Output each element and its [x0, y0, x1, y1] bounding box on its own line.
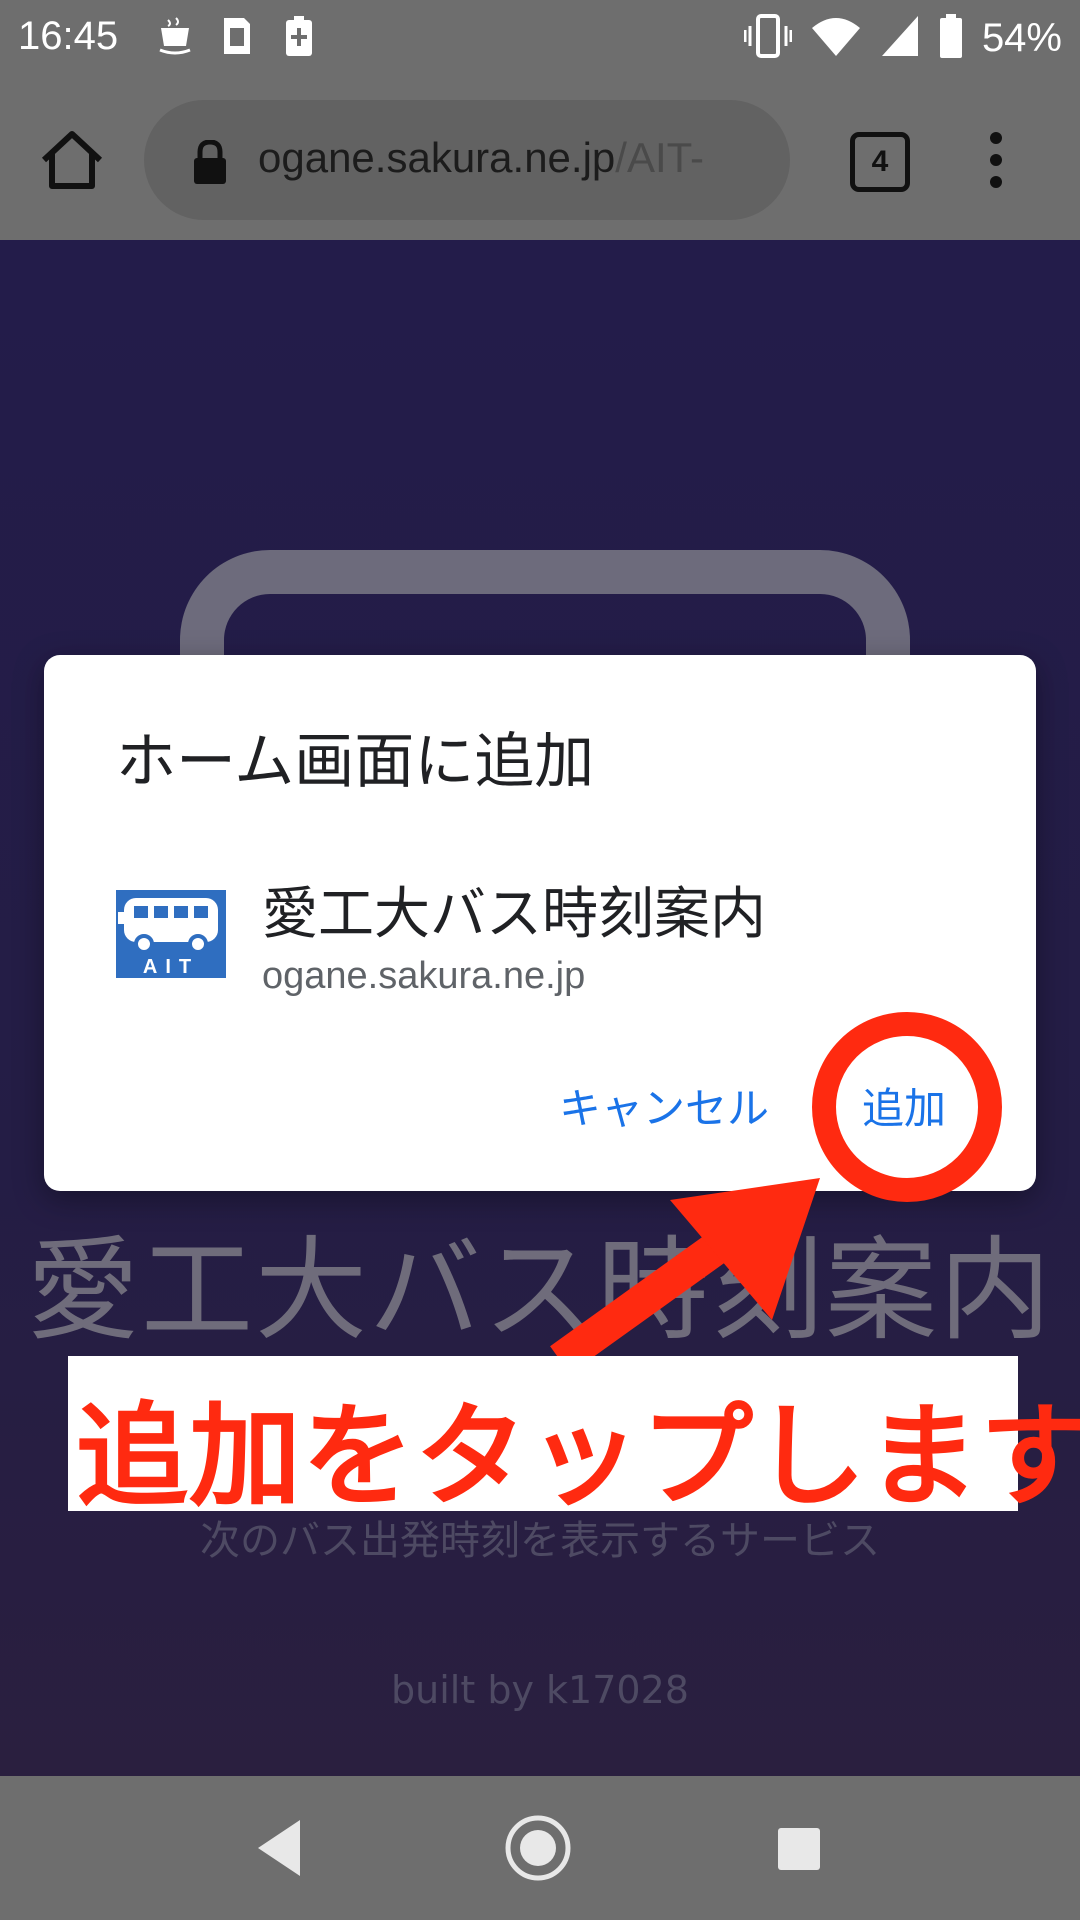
home-button[interactable]	[504, 1814, 572, 1882]
highlight-circle	[812, 1012, 1002, 1202]
recents-button[interactable]	[776, 1826, 822, 1872]
navigation-bar	[0, 1776, 1080, 1920]
app-icon: AIT	[116, 890, 226, 978]
back-icon	[258, 1820, 300, 1876]
wifi-icon	[810, 14, 862, 63]
tab-switcher-button[interactable]: 4	[850, 132, 910, 192]
url-host: ogane.sakura.ne.jp	[258, 134, 616, 181]
url-text: ogane.sakura.ne.jp/AIT-	[258, 134, 704, 182]
battery-icon	[938, 14, 964, 63]
back-button[interactable]	[254, 1816, 304, 1880]
browser-home-button[interactable]	[36, 124, 108, 196]
overflow-menu-button[interactable]	[974, 128, 1018, 192]
signal-icon	[880, 14, 920, 63]
status-system-icons: 54%	[743, 14, 1062, 63]
page-credit: built by k17028	[391, 1668, 689, 1712]
pointer-arrow-icon	[550, 1178, 820, 1374]
more-vert-icon	[990, 132, 1002, 188]
app-url: ogane.sakura.ne.jp	[262, 955, 586, 997]
recents-icon	[778, 1828, 820, 1870]
status-notification-icons	[158, 16, 316, 56]
bus-icon: AIT	[118, 898, 218, 978]
url-path: /AIT-	[615, 134, 704, 181]
battery-percent: 54%	[981, 16, 1062, 60]
annotation-caption-box: 追加をタップします	[68, 1356, 1080, 1522]
app-name[interactable]: 愛工大バス時刻案内	[262, 869, 766, 950]
home-outline-icon	[41, 131, 103, 189]
status-bar: 16:45 54%	[0, 0, 1080, 80]
sim-card-icon	[220, 16, 254, 56]
home-icon	[505, 1815, 571, 1881]
url-bar[interactable]: ogane.sakura.ne.jp/AIT-	[144, 100, 790, 220]
annotation-caption: 追加をタップします	[76, 1392, 1080, 1522]
lock-icon	[192, 139, 228, 184]
vibrate-icon	[743, 14, 793, 63]
cancel-button[interactable]: キャンセル	[559, 1075, 769, 1136]
dialog-title: ホーム画面に追加	[116, 727, 595, 797]
steam-cup-icon	[158, 16, 192, 56]
status-time: 16:45	[18, 14, 119, 58]
browser-toolbar: ogane.sakura.ne.jp/AIT- 4	[0, 80, 1080, 240]
app-icon-text: AIT	[143, 956, 199, 978]
battery-charging-icon	[282, 16, 316, 56]
